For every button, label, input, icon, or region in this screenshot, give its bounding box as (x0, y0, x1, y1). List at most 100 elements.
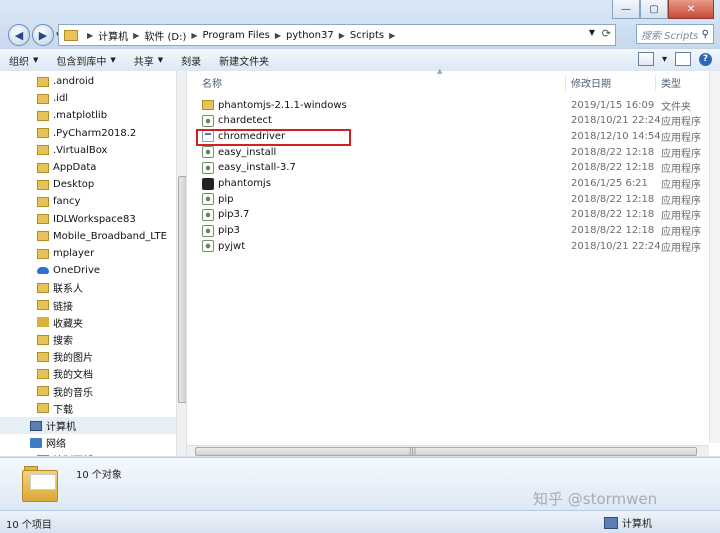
file-row[interactable]: easy_install 2018/8/22 12:18 应用程序 (187, 144, 701, 160)
sidebar-item[interactable]: 我的文档 (0, 365, 176, 382)
minimize-button[interactable]: — (612, 0, 640, 19)
search-icon[interactable]: ⚲ (702, 29, 709, 40)
sidebar-item[interactable]: 计算机 (0, 417, 176, 434)
close-button[interactable]: ✕ (668, 0, 714, 19)
navigation-pane: .android .idl .matplotlib .PyCharm2018.2 .Vi… (0, 71, 187, 456)
forward-button[interactable]: ▶ (32, 24, 54, 46)
back-button[interactable]: ◀ (8, 24, 30, 46)
change-view-icon[interactable] (637, 52, 654, 66)
preview-pane-icon[interactable] (675, 52, 691, 66)
watermark: 知乎 @stormwen (533, 490, 658, 508)
file-modified-date: 2016/1/25 6:21 (571, 178, 648, 189)
folder-icon (37, 386, 49, 397)
sidebar-item[interactable]: 控制面板 (0, 451, 176, 456)
file-list-horizontal-scrollbar[interactable]: ||| (187, 445, 709, 456)
file-row[interactable]: phantomjs 2016/1/25 6:21 应用程序 (187, 176, 701, 192)
sidebar-item[interactable]: 链接 (0, 297, 176, 314)
sidebar-item[interactable]: 下载 (0, 400, 176, 417)
file-type: 应用程序 (661, 148, 701, 160)
breadcrumb-program-files[interactable]: Program Files (203, 30, 270, 41)
include-in-library-menu[interactable]: 包含到库中 ▼ (47, 53, 124, 68)
navigation-pane-scrollbar[interactable] (176, 71, 186, 456)
file-name: pip (218, 193, 234, 205)
column-divider[interactable] (655, 75, 656, 91)
script-icon (202, 224, 214, 237)
breadcrumb-python37[interactable]: python37 (286, 30, 334, 41)
column-divider[interactable] (565, 75, 566, 91)
sidebar-item[interactable]: .PyCharm2018.2 (0, 125, 176, 142)
sidebar-item-label: .PyCharm2018.2 (53, 127, 137, 139)
scrollbar-thumb[interactable] (195, 447, 697, 456)
breadcrumb-separator-icon[interactable]: ▶ (87, 31, 93, 40)
file-row[interactable]: phantomjs-2.1.1-windows 2019/1/15 16:09 文件… (187, 97, 691, 113)
file-list-pane: 名称 ▲ 修改日期 类型 phantomjs-2.1.1-windows 2019… (187, 67, 720, 456)
sidebar-item-label: 我的图片 (53, 353, 93, 365)
maximize-button[interactable]: ▢ (640, 0, 668, 19)
sidebar-item[interactable]: fancy (0, 193, 176, 210)
sidebar-item[interactable]: AppData (0, 159, 176, 176)
file-name: pip3.7 (218, 209, 250, 221)
file-type: 文件夹 (661, 101, 691, 113)
file-list-vertical-scrollbar[interactable] (709, 71, 720, 443)
status-location: 计算机 (604, 515, 652, 530)
file-row[interactable]: easy_install-3.7 2018/8/22 12:18 应用程序 (187, 160, 701, 176)
sidebar-item[interactable]: 搜索 (0, 331, 176, 348)
sidebar-item-label: 链接 (53, 301, 73, 313)
sidebar-item[interactable]: 网络 (0, 434, 176, 451)
sidebar-item[interactable]: .matplotlib (0, 107, 176, 124)
sidebar-item[interactable]: mplayer (0, 245, 176, 262)
breadcrumb-separator-icon[interactable]: ▶ (339, 31, 345, 40)
share-menu[interactable]: 共享 ▼ (125, 53, 172, 68)
sidebar-item-label: AppData (53, 162, 97, 173)
column-header-name[interactable]: 名称 (202, 71, 222, 93)
folder-icon (37, 196, 49, 207)
new-folder-button[interactable]: 新建文件夹 (210, 53, 278, 68)
file-row[interactable]: pip 2018/8/22 12:18 应用程序 (187, 191, 701, 207)
breadcrumb-scripts[interactable]: Scripts (350, 30, 384, 41)
breadcrumb-separator-icon[interactable]: ▶ (389, 31, 395, 40)
sort-indicator-icon: ▲ (437, 67, 443, 75)
back-arrow-icon: ◀ (14, 28, 24, 42)
breadcrumb-separator-icon[interactable]: ▶ (275, 31, 281, 40)
status-location-label: 计算机 (622, 519, 652, 530)
column-header-modified[interactable]: 修改日期 (571, 71, 611, 93)
help-icon[interactable]: ? (699, 52, 712, 66)
sidebar-item[interactable]: Mobile_Broadband_LTE (0, 228, 176, 245)
refresh-icon[interactable]: ⟳ (602, 27, 611, 40)
sidebar-item[interactable]: 收藏夹 (0, 314, 176, 331)
sidebar-item[interactable]: .VirtualBox (0, 142, 176, 159)
file-row[interactable]: pip3.7 2018/8/22 12:18 应用程序 (187, 207, 701, 223)
file-row[interactable]: chardetect 2018/10/21 22:24 应用程序 (187, 113, 701, 129)
search-box[interactable]: 搜索 Scripts ⚲ (636, 24, 714, 44)
address-bar[interactable]: ▶ 计算机 ▶ 软件 (D:) ▶ Program Files ▶ python… (58, 24, 616, 46)
file-modified-date: 2018/10/21 22:24 (571, 115, 661, 127)
sidebar-item[interactable]: OneDrive (0, 262, 176, 279)
address-dropdown-icon[interactable]: ▼ (589, 28, 595, 37)
file-modified-date: 2019/1/15 16:09 (571, 99, 655, 111)
breadcrumb-drive-d[interactable]: 软件 (D:) (144, 28, 186, 43)
details-object-count: 10 个对象 (76, 470, 122, 481)
breadcrumb-separator-icon[interactable]: ▶ (133, 31, 139, 40)
column-header-type[interactable]: 类型 (661, 71, 681, 93)
sidebar-item-label: OneDrive (53, 265, 101, 277)
sidebar-item[interactable]: 我的音乐 (0, 383, 176, 400)
file-row[interactable]: pip3 2018/8/22 12:18 应用程序 (187, 223, 701, 239)
breadcrumb-separator-icon[interactable]: ▶ (191, 31, 197, 40)
sidebar-item[interactable]: 联系人 (0, 279, 176, 296)
scrollbar-thumb[interactable] (178, 176, 186, 403)
file-modified-date: 2018/8/22 12:18 (571, 209, 655, 221)
sidebar-item[interactable]: .idl (0, 90, 176, 107)
sidebar-item[interactable]: Desktop (0, 176, 176, 193)
sidebar-item[interactable]: .android (0, 73, 176, 90)
file-name: phantomjs-2.1.1-windows (218, 99, 347, 111)
burn-button[interactable]: 刻录 (172, 53, 210, 68)
chevron-down-icon: ▼ (157, 56, 164, 64)
organize-menu[interactable]: 组织 ▼ (0, 53, 47, 68)
file-type: 应用程序 (661, 132, 701, 144)
sidebar-item[interactable]: 我的图片 (0, 348, 176, 365)
breadcrumb-computer[interactable]: 计算机 (98, 28, 128, 43)
view-options-dropdown-icon[interactable]: ▾ (662, 54, 667, 65)
sidebar-item[interactable]: IDLWorkspace83 (0, 211, 176, 228)
sidebar-item-label: 收藏夹 (53, 318, 83, 330)
file-row[interactable]: pyjwt 2018/10/21 22:24 应用程序 (187, 238, 701, 254)
